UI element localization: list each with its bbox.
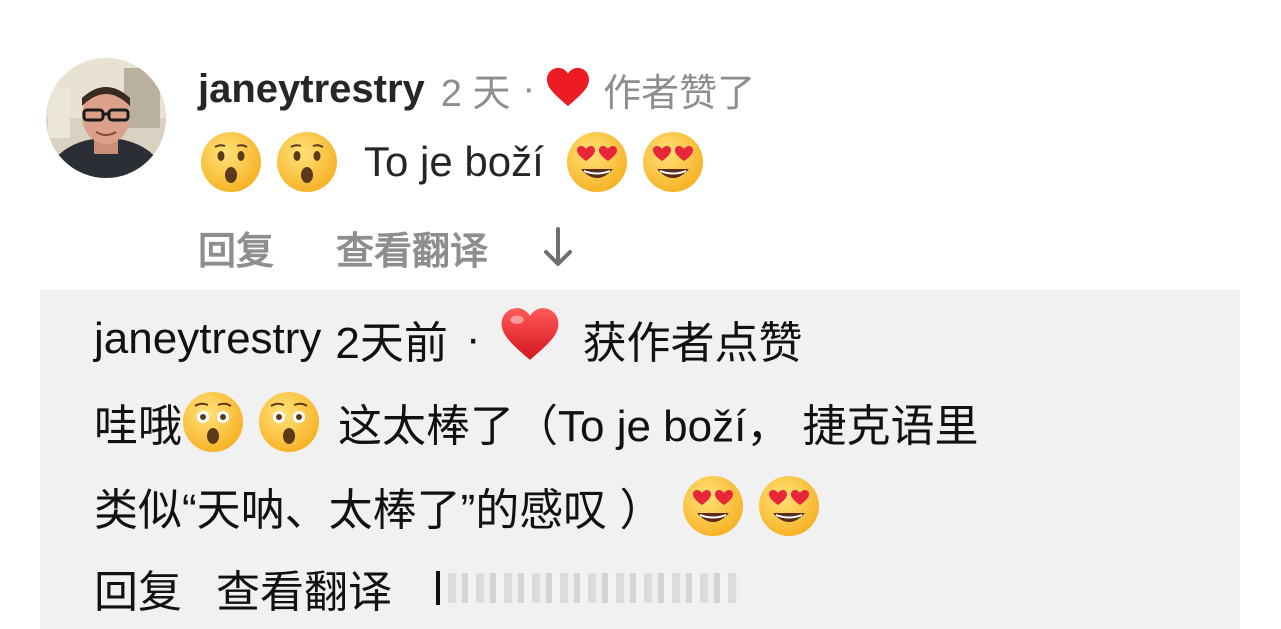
comment-time: 2 天	[440, 72, 511, 115]
red-heart-emoji-icon	[499, 305, 561, 374]
comment-username[interactable]: janeytrestry	[198, 67, 425, 112]
translation-see-translation-button[interactable]: 查看翻译	[216, 556, 392, 620]
heart-eyes-emoji-icon	[566, 131, 628, 193]
hushed-face-emoji-icon	[200, 131, 262, 193]
arrow-down-icon[interactable]	[538, 225, 578, 269]
translation-header: janeytrestry 2天前 · 获作者点赞	[94, 307, 803, 370]
astonished-face-emoji-icon	[258, 391, 320, 453]
avatar-photo	[46, 58, 166, 178]
user-avatar[interactable]	[46, 58, 166, 178]
translation-line-2: 类似“天呐、太棒了”的感叹 ）	[94, 474, 820, 538]
comment-header: janeytrestry 2 天 · 作者赞了	[198, 64, 756, 115]
heart-eyes-emoji-icon	[758, 475, 820, 537]
separator-dot: ·	[522, 67, 536, 110]
translation-username: janeytrestry	[94, 314, 322, 363]
heart-icon	[545, 66, 591, 113]
author-liked-label: 作者赞了	[603, 72, 756, 115]
translation-time: 2天前	[335, 319, 448, 368]
translation-reply-button[interactable]: 回复	[94, 556, 182, 620]
translation-liked-label: 获作者点赞	[582, 319, 803, 368]
blurred-region	[448, 573, 738, 603]
translation-wow-text: 哇哦	[94, 402, 182, 451]
heart-eyes-emoji-icon	[682, 475, 744, 537]
comment-actions: 回复 查看翻译	[198, 220, 578, 275]
reply-button[interactable]: 回复	[198, 220, 274, 275]
translation-actions: 回复 查看翻译	[94, 558, 738, 618]
translation-text-part-2: 类似“天呐、太棒了”的感叹 ）	[94, 486, 664, 535]
astonished-face-emoji-icon	[182, 391, 244, 453]
translation-separator-dot: ·	[465, 314, 481, 363]
translation-text-part-1: 这太棒了（To je boží， 捷克语里	[338, 402, 979, 451]
translation-line-1: 哇哦 这太棒了（To je boží， 捷克语里	[94, 390, 979, 454]
hushed-face-emoji-icon	[276, 131, 338, 193]
comment-text: To je boží	[364, 138, 544, 185]
comment-body: To je boží	[200, 132, 704, 192]
heart-eyes-emoji-icon	[642, 131, 704, 193]
translation-panel: janeytrestry 2天前 · 获作者点赞 哇哦 这太棒了（To je b…	[40, 290, 1240, 629]
see-translation-button[interactable]: 查看翻译	[336, 220, 488, 275]
text-cursor	[436, 571, 440, 605]
